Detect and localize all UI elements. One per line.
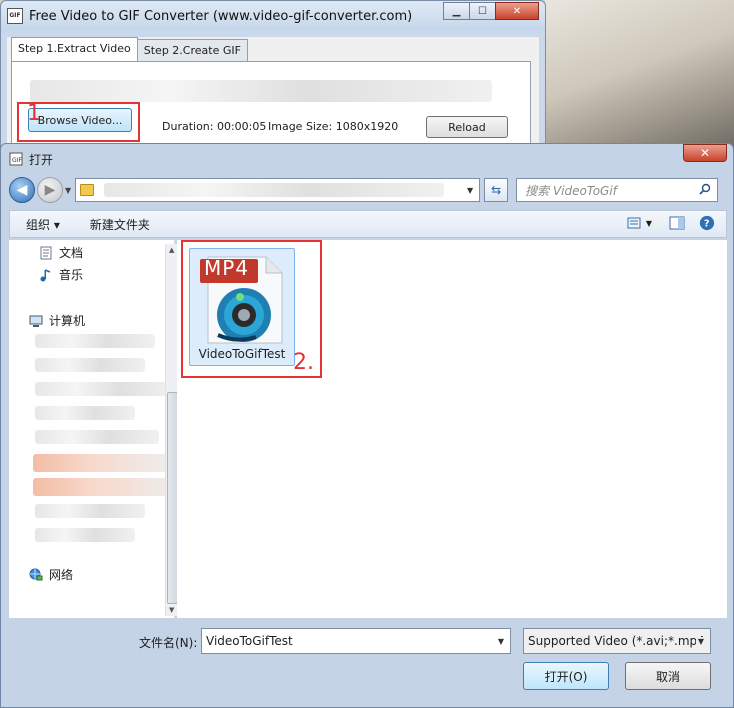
minimize-button[interactable]: ▁ [443,2,470,20]
help-icon[interactable]: ? [698,215,716,231]
video-path-field-blurred [30,80,492,102]
svg-text:GIF: GIF [12,157,22,164]
open-file-dialog: GIF 打开 ✕ ◀ ▶ ▼ ▼ ⇆ 搜索 VideoToGif 组织 ▾ 新建… [0,143,734,708]
recent-locations-chevron-icon[interactable]: ▼ [65,186,71,195]
image-size-text: Image Size: 1080x1920 [268,120,399,133]
music-note-icon [40,268,51,281]
filename-value: VideoToGifTest [206,634,293,648]
app-window: GIF Free Video to GIF Converter (www.vid… [0,0,546,152]
app-title: Free Video to GIF Converter (www.video-g… [29,8,413,24]
file-type-select[interactable]: Supported Video (*.avi;*.mp4 ▼ [523,628,711,654]
blurred-drive-entry [35,382,175,396]
file-type-dropdown-icon[interactable]: ▼ [695,636,704,646]
sidebar-label-music: 音乐 [59,268,84,282]
dialog-app-icon: GIF [9,152,23,166]
callout-number-step1: 1 [27,101,41,126]
app-titlebar: GIF Free Video to GIF Converter (www.vid… [1,1,545,31]
tab-create-gif[interactable]: Step 2.Create GIF [136,39,248,61]
blurred-drive-entry [35,406,135,420]
maximize-button[interactable]: ☐ [469,2,496,20]
sidebar-label-documents: 文档 [59,246,84,260]
desktop-background [545,0,734,150]
dialog-footer: 文件名(N): VideoToGifTest ▼ Supported Video… [9,620,727,700]
blurred-drive-entry [35,334,155,348]
address-dropdown-icon[interactable]: ▼ [467,186,473,195]
callout-number-step2: 2. [293,350,314,375]
gif-app-icon: GIF [7,8,23,24]
duration-text: Duration: 00:00:05 [162,120,267,133]
blurred-drive-entry [35,528,135,542]
dialog-title: 打开 [29,152,54,167]
back-button[interactable]: ◀ [9,177,35,203]
sidebar-label-network: 网络 [49,568,74,582]
tab-strip: Step 1.Extract Video Step 2.Create GIF [11,37,248,61]
tab-extract-video[interactable]: Step 1.Extract Video [11,37,138,61]
filename-label: 文件名(N): [139,636,198,650]
refresh-button[interactable]: ⇆ [484,178,509,202]
scroll-down-arrow-icon[interactable]: ▼ [169,606,174,614]
file-list: MP4 VideoToGifTest 2. [177,240,727,618]
new-folder-button[interactable]: 新建文件夹 [90,216,150,233]
search-placeholder: 搜索 VideoToGif [525,183,617,198]
forward-button[interactable]: ▶ [37,177,63,203]
blurred-drive-entry [35,504,145,518]
svg-text:?: ? [704,219,710,230]
network-icon [29,568,43,580]
close-button[interactable]: ✕ [495,2,539,20]
sidebar-item-computer[interactable]: 计算机 [29,312,85,329]
computer-icon [29,315,43,327]
scroll-up-arrow-icon[interactable]: ▲ [169,246,174,254]
search-icon[interactable] [699,183,711,195]
document-icon [40,246,52,259]
sidebar-label-computer: 计算机 [49,314,86,328]
organize-menu[interactable]: 组织 ▾ [26,216,60,233]
window-controls: ▁ ☐ ✕ [443,2,539,20]
dialog-titlebar: GIF 打开 ✕ [1,144,733,174]
sidebar-item-network[interactable]: 网络 [29,566,73,583]
address-bar[interactable]: ▼ [75,178,481,202]
search-box[interactable]: 搜索 VideoToGif [516,178,719,202]
view-dropdown-icon[interactable]: ▼ [646,219,652,228]
reload-button[interactable]: Reload [426,116,508,138]
blurred-drive-entry [33,454,173,472]
filename-dropdown-icon[interactable]: ▼ [498,637,504,646]
view-options-icon[interactable] [626,215,644,231]
command-toolbar: 组织 ▾ 新建文件夹 ▼ ? [9,210,727,238]
blurred-drive-entry [33,478,179,496]
dialog-close-button[interactable]: ✕ [683,144,727,162]
navigation-pane: 文档 音乐 计算机 网络 ▲ ▼ [9,240,179,618]
blurred-drive-entry [35,430,159,444]
filename-input[interactable]: VideoToGifTest ▼ [201,628,511,654]
sidebar-item-documents[interactable]: 文档 [39,244,83,261]
sidebar-item-music[interactable]: 音乐 [39,266,83,283]
navigation-bar: ◀ ▶ ▼ ▼ ⇆ 搜索 VideoToGif [9,176,727,204]
blurred-drive-entry [35,358,145,372]
folder-icon [80,184,95,196]
preview-pane-icon[interactable] [668,215,686,231]
file-type-value: Supported Video (*.avi;*.mp4 [528,634,705,648]
open-button[interactable]: 打开(O) [523,662,609,690]
cancel-button[interactable]: 取消 [625,662,711,690]
toolbar-right-group: ▼ ? [614,215,716,231]
address-path-blurred [104,183,445,197]
